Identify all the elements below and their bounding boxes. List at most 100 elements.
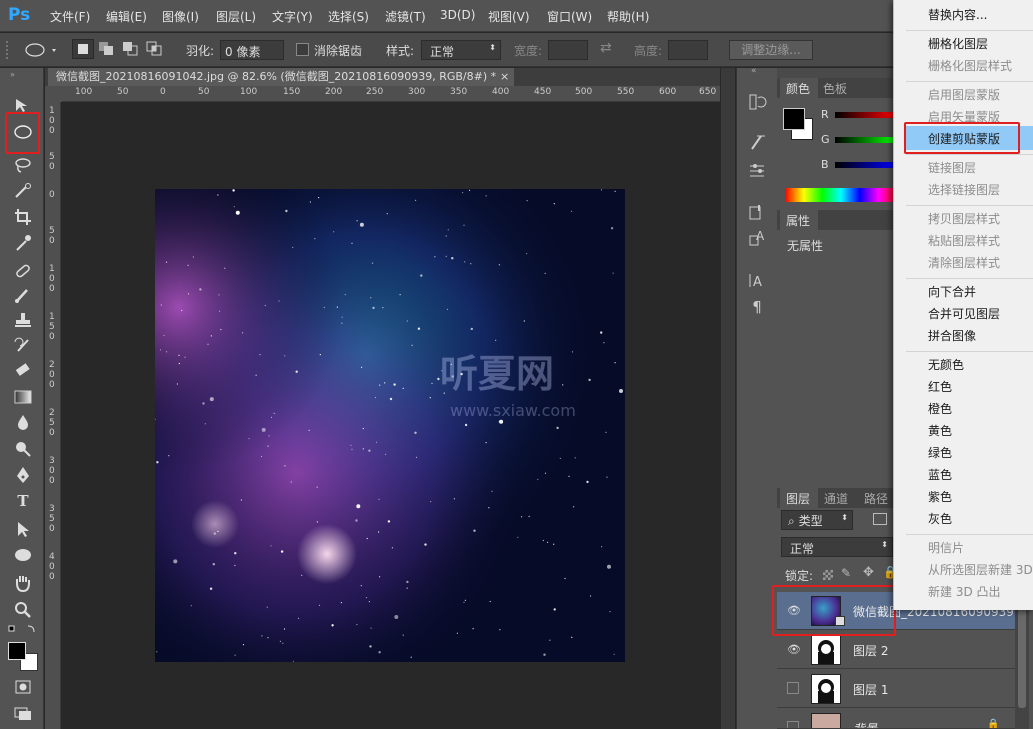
layer-name[interactable]: 图层 1 bbox=[853, 681, 888, 698]
subtract-selection-button[interactable] bbox=[120, 39, 142, 59]
layer-row[interactable]: 背景 🔒 bbox=[777, 709, 1015, 729]
layer-filter-select[interactable]: ⌕ 类型 ⬍ bbox=[781, 510, 853, 530]
menu-window[interactable]: 窗口(W) bbox=[547, 8, 592, 25]
context-menu-item[interactable]: 无颜色 bbox=[928, 356, 964, 373]
lock-pixels-icon[interactable]: ✎ bbox=[841, 566, 851, 580]
character-panel-button[interactable]: A bbox=[747, 270, 767, 290]
layer-row[interactable]: 图层 1 bbox=[777, 670, 1015, 708]
visibility-toggle-off[interactable] bbox=[787, 682, 799, 694]
context-menu-item[interactable]: 合并可见图层 bbox=[928, 305, 1000, 322]
history-brush-tool[interactable] bbox=[12, 336, 34, 354]
context-menu-item[interactable]: 紫色 bbox=[928, 488, 952, 505]
refine-edge-button[interactable]: 调整边缘... bbox=[729, 40, 813, 60]
hand-tool[interactable] bbox=[12, 574, 34, 593]
red-slider[interactable] bbox=[835, 112, 895, 118]
eye-icon[interactable]: 👁 bbox=[787, 643, 801, 656]
healing-brush-tool[interactable] bbox=[12, 262, 34, 280]
foreground-color-swatch[interactable] bbox=[8, 642, 26, 660]
menu-3d[interactable]: 3D(D) bbox=[440, 8, 475, 22]
quick-mask-button[interactable] bbox=[12, 678, 34, 696]
layer-name[interactable]: 图层 2 bbox=[853, 642, 888, 659]
character-styles-button[interactable]: A bbox=[747, 228, 767, 248]
eyedropper-tool[interactable] bbox=[12, 234, 34, 252]
paragraph-panel-button[interactable]: ¶ bbox=[747, 298, 767, 318]
tab-color[interactable]: 颜色 bbox=[780, 78, 818, 98]
lasso-tool[interactable] bbox=[12, 156, 34, 174]
menu-filter[interactable]: 滤镜(T) bbox=[385, 8, 426, 25]
context-menu-item[interactable]: 橙色 bbox=[928, 400, 952, 417]
blend-mode-select[interactable]: 正常 ⬍ bbox=[781, 537, 893, 557]
history-panel-button[interactable] bbox=[747, 92, 767, 112]
context-menu-item[interactable]: 蓝色 bbox=[928, 466, 952, 483]
style-select[interactable]: 正常 ⬍ bbox=[421, 40, 501, 60]
shape-tool[interactable] bbox=[12, 546, 34, 564]
menu-help[interactable]: 帮助(H) bbox=[607, 8, 649, 25]
color-spectrum-bar[interactable] bbox=[785, 188, 897, 202]
context-menu-item[interactable]: 向下合并 bbox=[928, 283, 976, 300]
green-slider[interactable] bbox=[835, 137, 895, 143]
ruler-tick: 300 bbox=[49, 456, 55, 486]
dock-divider[interactable] bbox=[721, 68, 735, 729]
dodge-tool[interactable] bbox=[12, 439, 34, 457]
context-menu-item[interactable]: 灰色 bbox=[928, 510, 952, 527]
clone-source-button[interactable] bbox=[747, 202, 767, 222]
menu-view[interactable]: 视图(V) bbox=[488, 8, 530, 25]
eraser-tool[interactable] bbox=[12, 361, 34, 379]
visibility-toggle-off[interactable] bbox=[787, 721, 799, 728]
grip-handle[interactable] bbox=[6, 41, 12, 59]
context-menu-item[interactable]: 绿色 bbox=[928, 444, 952, 461]
layer-row[interactable]: 👁 图层 2 bbox=[777, 631, 1015, 669]
feather-input[interactable]: 0 像素 bbox=[220, 40, 284, 60]
screen-mode-button[interactable] bbox=[12, 704, 34, 722]
path-selection-tool[interactable] bbox=[12, 520, 34, 538]
crop-tool[interactable] bbox=[12, 208, 34, 226]
menu-image[interactable]: 图像(I) bbox=[162, 8, 199, 25]
width-input[interactable] bbox=[548, 40, 588, 60]
tab-swatches[interactable]: 色板 bbox=[823, 80, 847, 97]
add-selection-button[interactable] bbox=[96, 39, 118, 59]
blue-slider[interactable] bbox=[835, 162, 895, 168]
context-menu-item[interactable]: 栅格化图层 bbox=[928, 35, 988, 52]
pen-tool[interactable] bbox=[12, 466, 34, 484]
close-tab-icon[interactable]: × bbox=[500, 68, 509, 86]
context-menu-item[interactable]: 红色 bbox=[928, 378, 952, 395]
tab-layers[interactable]: 图层 bbox=[780, 488, 818, 508]
layers-scrollbar[interactable] bbox=[1015, 605, 1029, 729]
type-tool[interactable]: T bbox=[12, 492, 34, 510]
context-menu-item[interactable]: 拼合图像 bbox=[928, 327, 976, 344]
zoom-tool[interactable] bbox=[12, 600, 34, 618]
tool-preset-picker[interactable] bbox=[22, 40, 64, 60]
quick-select-tool[interactable] bbox=[12, 182, 34, 200]
swap-colors-control[interactable] bbox=[8, 624, 38, 636]
menu-edit[interactable]: 编辑(E) bbox=[106, 8, 147, 25]
menu-layer[interactable]: 图层(L) bbox=[216, 8, 256, 25]
tab-paths[interactable]: 路径 bbox=[864, 490, 888, 507]
context-menu-item[interactable]: 黄色 bbox=[928, 422, 952, 439]
context-menu-item[interactable]: 替换内容... bbox=[928, 6, 987, 23]
tab-channels[interactable]: 通道 bbox=[824, 490, 848, 507]
swap-icon[interactable]: ⇄ bbox=[600, 40, 612, 56]
brush-settings-button[interactable] bbox=[747, 160, 767, 180]
layer-name[interactable]: 背景 bbox=[853, 720, 877, 728]
height-input[interactable] bbox=[668, 40, 708, 60]
gradient-tool[interactable] bbox=[12, 388, 34, 406]
tab-properties[interactable]: 属性 bbox=[780, 210, 818, 230]
menu-select[interactable]: 选择(S) bbox=[328, 8, 369, 25]
image-filter-icon[interactable] bbox=[873, 513, 887, 525]
antialias-checkbox[interactable] bbox=[296, 43, 309, 56]
brush-preset-button[interactable] bbox=[747, 132, 767, 152]
collapse-arrows-icon[interactable]: « bbox=[751, 66, 757, 76]
brush-tool[interactable] bbox=[12, 286, 34, 304]
foreground-color-swatch[interactable] bbox=[783, 108, 805, 130]
document-tab[interactable]: 微信截图_20210816091042.jpg @ 82.6% (微信截图_20… bbox=[48, 68, 514, 86]
intersect-selection-button[interactable] bbox=[144, 39, 166, 59]
lock-position-icon[interactable]: ✥ bbox=[863, 565, 874, 580]
new-selection-button[interactable] bbox=[72, 39, 94, 59]
menu-file[interactable]: 文件(F) bbox=[50, 8, 90, 25]
galaxy-image[interactable] bbox=[155, 189, 625, 662]
blur-tool[interactable] bbox=[12, 413, 34, 431]
lock-transparency-icon[interactable] bbox=[823, 570, 833, 580]
collapse-arrows-icon[interactable]: » bbox=[10, 70, 15, 79]
menu-type[interactable]: 文字(Y) bbox=[272, 8, 313, 25]
clone-stamp-tool[interactable] bbox=[12, 311, 34, 329]
